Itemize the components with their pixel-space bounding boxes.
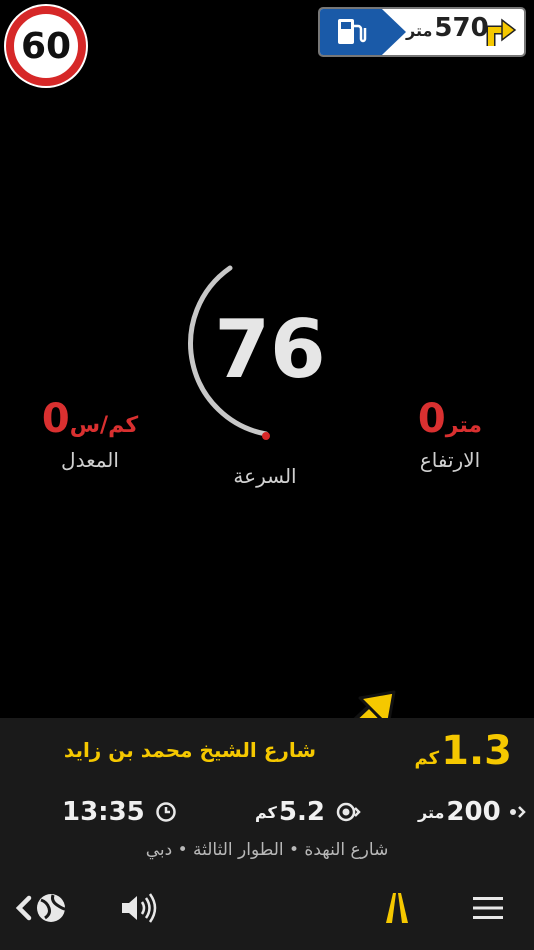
- clock-icon: [156, 802, 176, 822]
- speaker-icon: [122, 893, 157, 923]
- poi-distance-unit: متر: [406, 21, 433, 40]
- arrival-time-value: 13:35: [62, 797, 145, 827]
- current-address: شارع النهدة • الطوار الثالثة • دبي: [145, 840, 389, 860]
- speed-label: السرعة: [233, 464, 297, 488]
- step-distance-value: 200: [446, 797, 501, 827]
- next-turn-distance-value: 1.3: [441, 728, 512, 774]
- altitude-value: 0: [417, 396, 446, 442]
- globe-back-icon: [15, 894, 66, 922]
- next-turn-distance-unit: كم: [414, 748, 440, 769]
- average-speed-label: المعدل: [61, 448, 119, 472]
- next-turn-distance: كم 1.3: [415, 728, 512, 774]
- menu-button[interactable]: [466, 888, 510, 928]
- fuel-pump-icon: [338, 19, 367, 44]
- destination-flag-icon: [336, 802, 361, 822]
- remaining-distance[interactable]: كم 5.2: [255, 794, 361, 830]
- poi-distance: متر 570: [406, 13, 489, 51]
- average-speed-reading: كم/س0: [40, 396, 140, 442]
- poi-distance-value: 570: [434, 13, 489, 43]
- remaining-distance-value: 5.2: [278, 797, 325, 827]
- altitude-label: الارتفاع: [419, 448, 481, 472]
- next-street-name: شارع الشيخ محمد بن زايد: [63, 738, 317, 762]
- poi-distance-sign[interactable]: متر 570: [318, 7, 526, 57]
- altitude-unit: متر: [445, 413, 483, 438]
- step-distance[interactable]: متر 200: [418, 794, 529, 830]
- step-distance-unit: متر: [418, 802, 445, 822]
- map-view-button[interactable]: [14, 888, 74, 928]
- average-speed-unit: كم/س: [69, 413, 139, 438]
- speed-limit-sign: 60: [6, 6, 86, 86]
- average-speed-value: 0: [41, 396, 70, 442]
- average-speed: كم/س0 المعدل: [40, 396, 140, 472]
- speed-limit-value: 60: [20, 25, 72, 67]
- current-speed-value: 76: [214, 303, 326, 396]
- altitude-reading: متر0: [400, 396, 500, 442]
- remaining-distance-unit: كم: [255, 802, 277, 822]
- turn-right-icon: [486, 18, 517, 46]
- next-step-icon: [509, 806, 526, 818]
- hamburger-menu-icon: [473, 897, 503, 919]
- sound-button[interactable]: [112, 888, 166, 928]
- altitude: متر0 الارتفاع: [400, 396, 500, 472]
- poi-sign-blue-section: [320, 9, 406, 55]
- arrival-time[interactable]: 13:35: [62, 794, 177, 830]
- road-lanes-icon: [386, 893, 408, 923]
- navigation-panel: شارع الشيخ محمد بن زايد كم 1.3 13:35 كم …: [0, 718, 534, 950]
- lane-guidance-button[interactable]: [372, 888, 422, 928]
